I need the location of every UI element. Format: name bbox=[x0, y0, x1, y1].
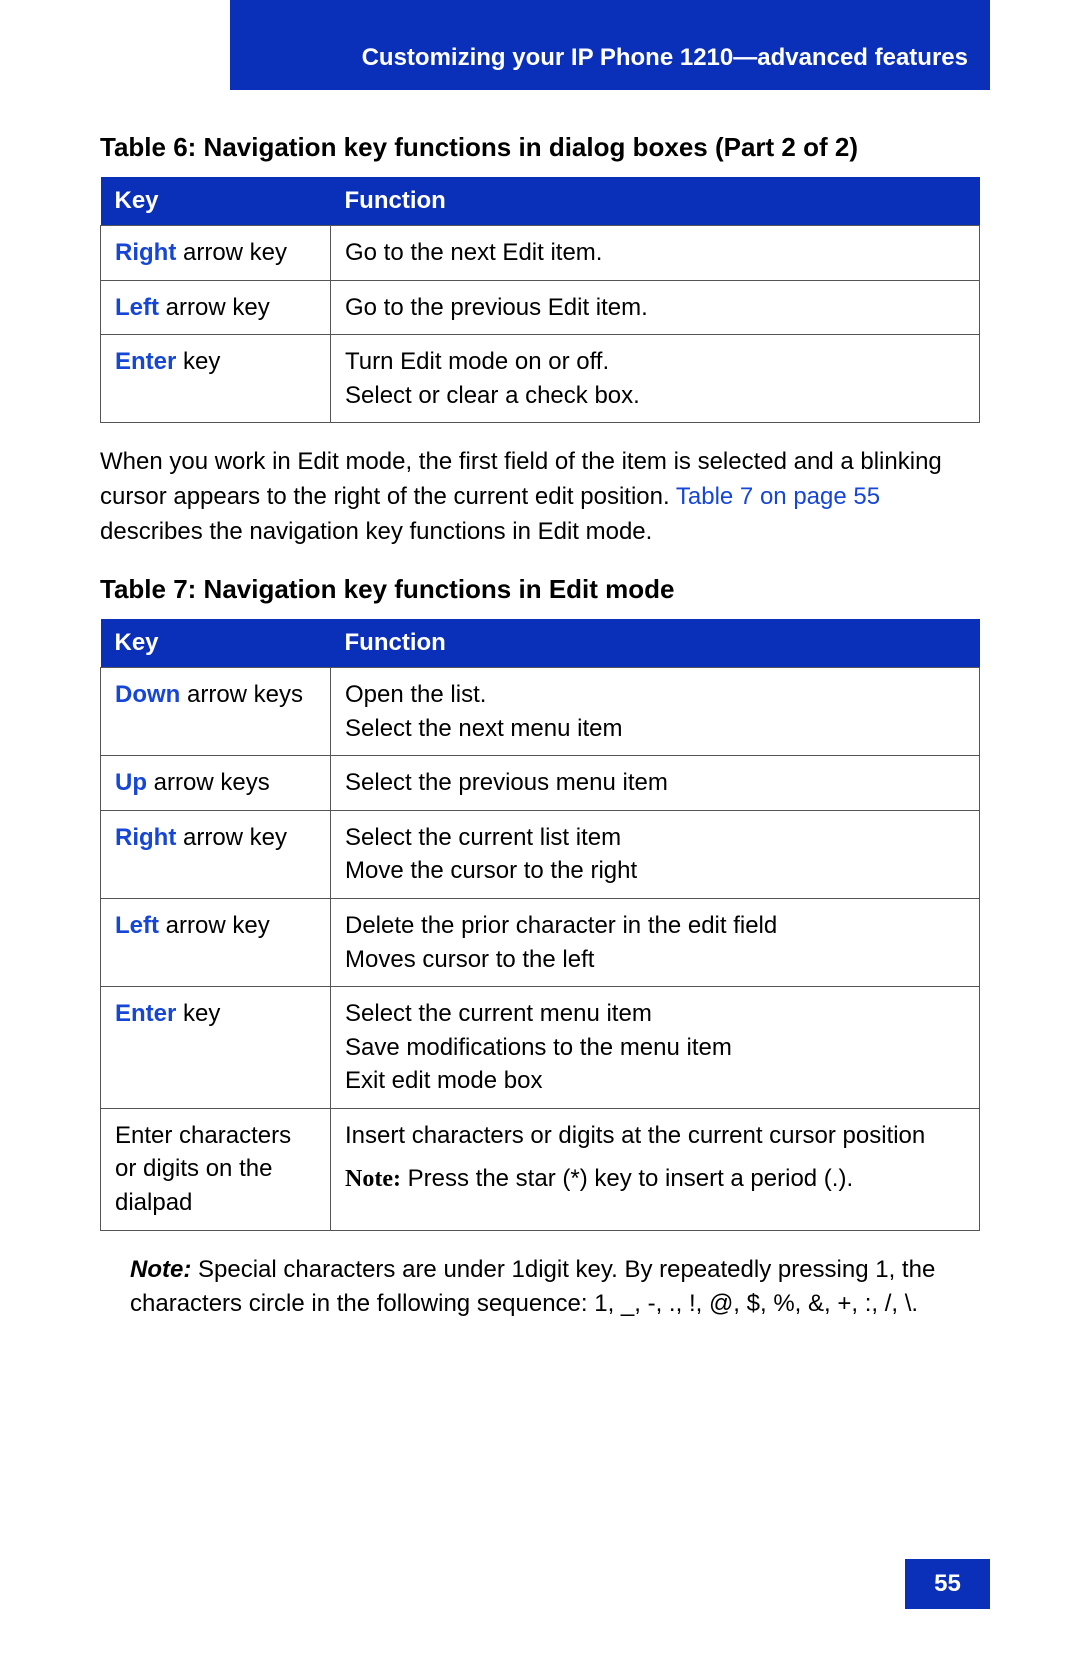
key-cell: Right arrow key bbox=[101, 226, 331, 281]
table7-caption: Table 7: Navigation key functions in Edi… bbox=[100, 572, 980, 607]
fn-cell: Select the current menu itemSave modific… bbox=[331, 987, 980, 1109]
key-cell: Down arrow keys bbox=[101, 667, 331, 755]
note-label: Note: bbox=[345, 1166, 401, 1192]
fn-cell: Select the previous menu item bbox=[331, 756, 980, 811]
para-text: describes the navigation key functions i… bbox=[100, 518, 652, 545]
note-text: Press the star (*) key to insert a perio… bbox=[401, 1165, 853, 1192]
key-cell: Enter key bbox=[101, 987, 331, 1109]
table-row: Left arrow key Go to the previous Edit i… bbox=[101, 280, 980, 335]
note-text: Special characters are under 1digit key.… bbox=[130, 1256, 935, 1318]
fn-cell: Go to the previous Edit item. bbox=[331, 280, 980, 335]
page-number: 55 bbox=[905, 1559, 990, 1609]
table-row: Left arrow key Delete the prior characte… bbox=[101, 898, 980, 986]
key-cell: Left arrow key bbox=[101, 280, 331, 335]
key-cell: Up arrow keys bbox=[101, 756, 331, 811]
fn-cell: Go to the next Edit item. bbox=[331, 226, 980, 281]
table6-header-row: Key Function bbox=[101, 177, 980, 226]
table7-header-row: Key Function bbox=[101, 619, 980, 668]
edit-mode-paragraph: When you work in Edit mode, the first fi… bbox=[100, 445, 980, 549]
table-row: Enter characters or digits on the dialpa… bbox=[101, 1108, 980, 1230]
table-row: Enter key Select the current menu itemSa… bbox=[101, 987, 980, 1109]
table6: Key Function Right arrow key Go to the n… bbox=[100, 177, 980, 423]
page-number-text: 55 bbox=[934, 1570, 961, 1598]
table7-col2: Function bbox=[331, 619, 980, 668]
fn-cell: Open the list.Select the next menu item bbox=[331, 667, 980, 755]
fn-text: Insert characters or digits at the curre… bbox=[345, 1119, 965, 1153]
cell-note: Note: Press the star (*) key to insert a… bbox=[345, 1162, 965, 1197]
table7-link[interactable]: Table 7 on page 55 bbox=[676, 483, 880, 510]
footnote: Note: Special characters are under 1digi… bbox=[130, 1253, 980, 1323]
table6-col2: Function bbox=[331, 177, 980, 226]
fn-cell: Turn Edit mode on or off.Select or clear… bbox=[331, 335, 980, 423]
table7-col1: Key bbox=[101, 619, 331, 668]
page-content: Table 6: Navigation key functions in dia… bbox=[100, 120, 980, 1322]
table-row: Down arrow keys Open the list.Select the… bbox=[101, 667, 980, 755]
header-text: Customizing your IP Phone 1210—advanced … bbox=[362, 44, 968, 72]
key-cell: Left arrow key bbox=[101, 898, 331, 986]
table6-caption: Table 6: Navigation key functions in dia… bbox=[100, 130, 980, 165]
key-cell: Enter characters or digits on the dialpa… bbox=[101, 1108, 331, 1230]
key-cell: Enter key bbox=[101, 335, 331, 423]
key-cell: Right arrow key bbox=[101, 810, 331, 898]
table6-col1: Key bbox=[101, 177, 331, 226]
table-row: Up arrow keys Select the previous menu i… bbox=[101, 756, 980, 811]
fn-cell: Delete the prior character in the edit f… bbox=[331, 898, 980, 986]
page-header: Customizing your IP Phone 1210—advanced … bbox=[230, 0, 990, 90]
fn-cell: Insert characters or digits at the curre… bbox=[331, 1108, 980, 1230]
table7: Key Function Down arrow keys Open the li… bbox=[100, 619, 980, 1231]
table-row: Enter key Turn Edit mode on or off.Selec… bbox=[101, 335, 980, 423]
note-label: Note: bbox=[130, 1256, 191, 1283]
table-row: Right arrow key Go to the next Edit item… bbox=[101, 226, 980, 281]
table-row: Right arrow key Select the current list … bbox=[101, 810, 980, 898]
fn-cell: Select the current list itemMove the cur… bbox=[331, 810, 980, 898]
